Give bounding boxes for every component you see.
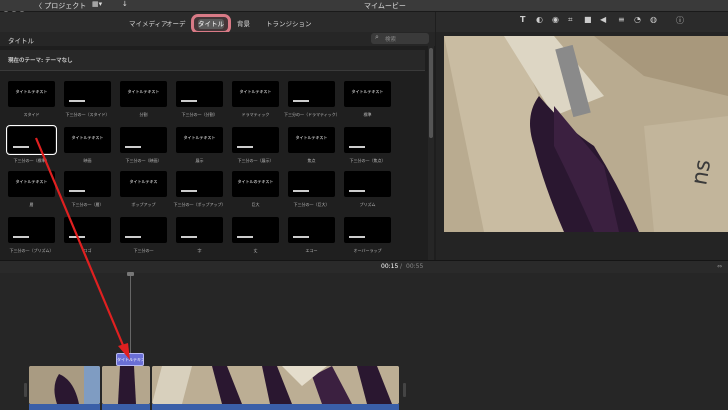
drag-arrow-head (118, 343, 130, 360)
drag-arrow-annotation (34, 137, 130, 360)
drag-arrow-line (34, 137, 127, 351)
